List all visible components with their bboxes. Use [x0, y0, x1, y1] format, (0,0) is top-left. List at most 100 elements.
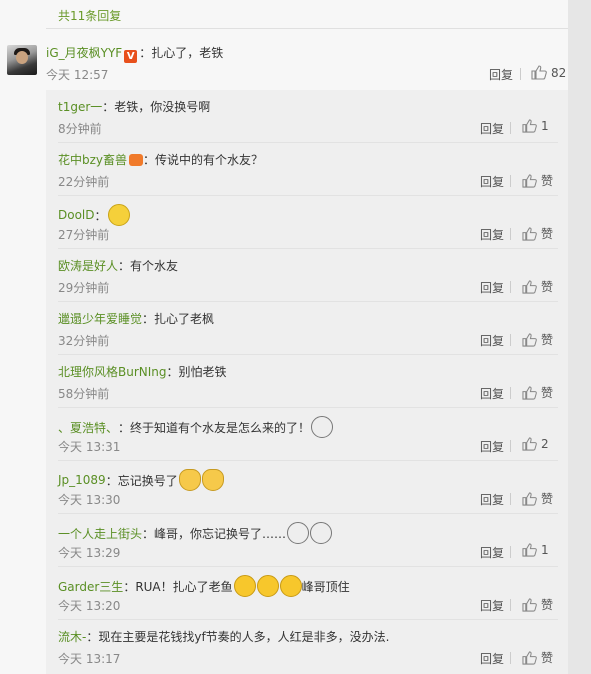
reply-line: 欧涛是好人 ：有个水友	[58, 257, 178, 274]
main-comment-text: ：扎心了，老铁	[139, 46, 224, 60]
reply-button[interactable]: 回复	[480, 385, 504, 402]
grin-emoji-icon	[107, 204, 130, 226]
thumbs-up-icon	[522, 279, 537, 294]
like-button[interactable]: 赞	[522, 649, 553, 666]
separator	[510, 175, 511, 187]
reply-time: 8分钟前	[58, 122, 102, 136]
reply-user[interactable]: 、夏浩特、	[58, 419, 118, 436]
reply-line: 、夏浩特、 ：终于知道有个水友是怎么来的了！	[58, 416, 334, 438]
like-label: 赞	[541, 386, 554, 400]
reply-button[interactable]: 回复	[480, 279, 504, 296]
reply-line: 花中bzy畜兽 ：传说中的有个水友？	[58, 151, 263, 168]
reply-time: 今天 13:17	[58, 652, 121, 666]
reply-button[interactable]: 回复	[480, 544, 504, 561]
reply-user[interactable]: Garder三生	[58, 578, 123, 595]
reply-time: 今天 13:29	[58, 546, 121, 560]
reply-button[interactable]: 回复	[480, 120, 504, 137]
main-like-button[interactable]: 82	[531, 65, 566, 80]
reply-text: ：终于知道有个水友是怎么来的了！	[118, 420, 311, 435]
reply-user[interactable]: DoolD	[58, 208, 95, 222]
reply-item: 邋遢少年爱睡觉 ：扎心了老枫 32分钟前 回复 赞	[46, 302, 568, 355]
reply-text: ：别怕老铁	[166, 365, 227, 379]
avatar-face	[16, 51, 28, 64]
thumbs-up-icon	[522, 332, 537, 347]
cat-emoji-icon	[178, 469, 201, 491]
reply-time: 今天 13:30	[58, 493, 121, 507]
scroll-gutter	[568, 0, 591, 674]
reply-time: 58分钟前	[58, 387, 110, 401]
reply-time: 今天 13:20	[58, 599, 121, 613]
main-comment-user[interactable]: iG_月夜枫YYF	[46, 46, 122, 60]
laugh-emoji-icon	[256, 575, 279, 597]
reply-time: 今天 13:31	[58, 440, 121, 454]
separator	[510, 652, 511, 664]
reply-user[interactable]: 流木-	[58, 628, 86, 645]
reply-text: ：RUA！扎心了老鱼	[123, 579, 233, 594]
reply-text: ：忘记换号了	[105, 473, 178, 488]
reply-item: 欧涛是好人 ：有个水友 29分钟前 回复 赞	[46, 249, 568, 302]
reply-line: 北理你风格BurNIng ：别怕老铁	[58, 363, 227, 380]
reply-text-after: 峰哥顶住	[301, 579, 350, 594]
like-button[interactable]: 1	[522, 119, 549, 133]
replies-list: t1ger一 ：老铁，你没换号啊 8分钟前 回复 1 花中bzy畜兽 ：传说中的有个水友？ 2…	[46, 90, 568, 674]
like-button[interactable]: 2	[522, 437, 549, 451]
reply-button[interactable]: 回复	[480, 650, 504, 667]
total-replies-link[interactable]: 共11条回复	[58, 7, 121, 24]
like-label: 赞	[541, 651, 554, 665]
laugh-emoji-icon	[279, 575, 302, 597]
reply-user[interactable]: 邋遢少年爱睡觉	[58, 310, 142, 327]
cat-emoji-icon	[201, 469, 224, 491]
reply-user[interactable]: 欧涛是好人	[58, 257, 118, 274]
reply-button[interactable]: 回复	[480, 226, 504, 243]
like-button[interactable]: 赞	[522, 278, 553, 295]
reply-button[interactable]: 回复	[480, 597, 504, 614]
thumbs-up-icon	[522, 597, 537, 612]
reply-button[interactable]: 回复	[480, 332, 504, 349]
reply-item: 一个人走上街头 ：峰哥，你忘记换号了…… 今天 13:29 回复 1	[46, 514, 568, 567]
reply-item: Jp_1089 ：忘记换号了今天 13:30 回复 赞	[46, 461, 568, 514]
main-reply-button[interactable]: 回复	[489, 66, 513, 83]
separator	[510, 493, 511, 505]
like-button[interactable]: 赞	[522, 172, 553, 189]
reply-user[interactable]: Jp_1089	[58, 473, 106, 487]
reply-user[interactable]: 一个人走上街头	[58, 525, 142, 542]
like-button[interactable]: 1	[522, 543, 549, 557]
reply-user[interactable]: 花中bzy畜兽	[58, 151, 127, 168]
reply-user[interactable]: t1ger一	[58, 98, 102, 115]
reply-line: Garder三生 ：RUA！扎心了老鱼 峰哥顶住	[58, 575, 350, 597]
like-button[interactable]: 赞	[522, 596, 553, 613]
reply-text: ：有个水友	[118, 259, 179, 273]
separator	[510, 122, 511, 134]
separator	[510, 546, 511, 558]
reply-line: 邋遢少年爱睡觉 ：扎心了老枫	[58, 310, 214, 327]
thumbs-up-icon	[522, 226, 537, 241]
reply-text: ：峰哥，你忘记换号了……	[142, 526, 287, 541]
like-button[interactable]: 赞	[522, 331, 553, 348]
separator	[510, 387, 511, 399]
reply-button[interactable]: 回复	[480, 173, 504, 190]
reply-time: 32分钟前	[58, 334, 110, 348]
like-label: 赞	[541, 598, 554, 612]
reply-user[interactable]: 北理你风格BurNIng	[58, 363, 167, 380]
thumbs-up-icon	[522, 437, 537, 451]
reply-button[interactable]: 回复	[480, 491, 504, 508]
like-button[interactable]: 赞	[522, 490, 553, 507]
reply-item: Garder三生 ：RUA！扎心了老鱼 峰哥顶住今天 13:20 回复 赞	[46, 567, 568, 620]
like-label: 1	[541, 119, 549, 133]
reply-button[interactable]: 回复	[480, 438, 504, 455]
reply-item: 流木- ：现在主要是花钱找yf节奏的人多，人红是非多，没办法. 今天 13:17 回复…	[46, 620, 568, 673]
avatar[interactable]	[7, 45, 37, 75]
thumbs-up-icon	[531, 65, 547, 80]
laugh-emoji-icon	[233, 575, 256, 597]
like-label: 赞	[541, 333, 554, 347]
like-button[interactable]: 赞	[522, 225, 553, 242]
husky-emoji-icon	[310, 522, 333, 544]
thumbs-up-icon	[522, 385, 537, 400]
reply-item: 北理你风格BurNIng ：别怕老铁 58分钟前 回复 赞	[46, 355, 568, 408]
reply-text: ：扎心了老枫	[142, 312, 215, 326]
husky-emoji-icon	[287, 522, 310, 544]
comment-panel: 共11条回复 iG_月夜枫YYF V ：扎心了，老铁 今天 12:57 回复 82 …	[0, 0, 568, 674]
reply-line: DoolD：	[58, 204, 130, 226]
reply-text: ：传说中的有个水友？	[143, 153, 264, 167]
like-button[interactable]: 赞	[522, 384, 553, 401]
